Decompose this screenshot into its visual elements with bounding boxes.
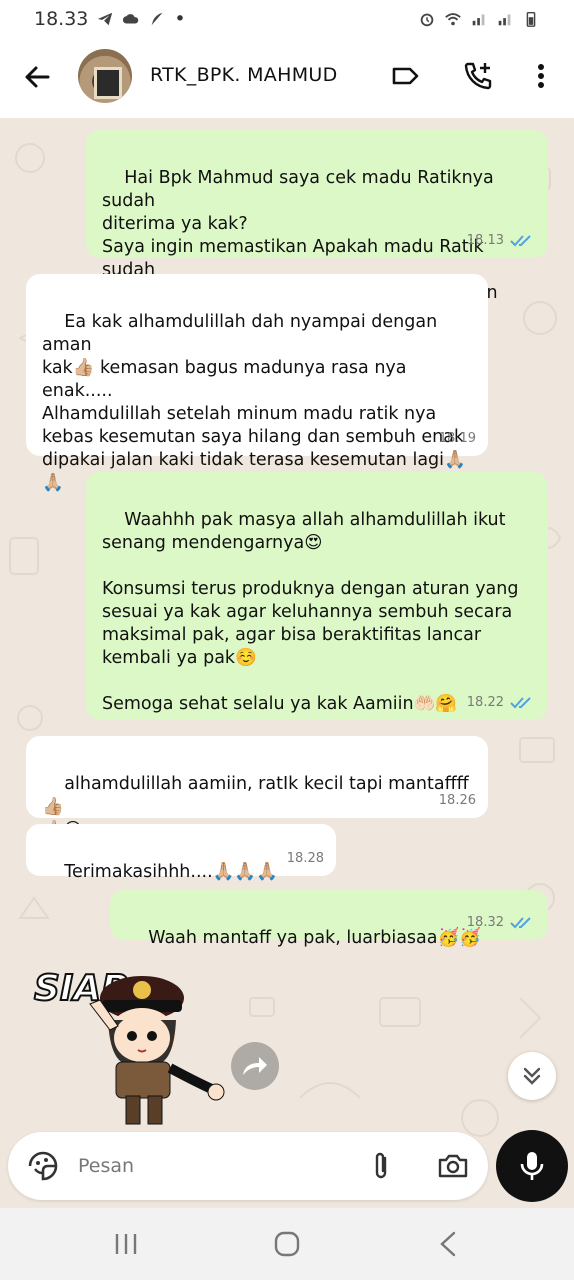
read-ticks-icon [510,696,531,708]
message-meta: 18.22 [467,691,536,714]
add-call-icon[interactable] [462,60,494,92]
telegram-icon [98,12,113,26]
system-navigation-bar [0,1208,574,1280]
clock: 18.33 [34,8,89,30]
message-input[interactable] [78,1150,348,1182]
back-arrow-icon[interactable] [20,60,54,94]
message-meta: 18.32 [467,911,536,934]
signal-1-icon [472,14,485,26]
contact-avatar[interactable] [78,49,132,103]
recent-apps-icon[interactable] [106,1228,146,1260]
signal-2-icon [498,14,511,26]
message-text: Waah mantaff ya pak, luarbiasaa🥳🥳 [148,928,482,948]
message-bubble-incoming[interactable]: Terimakasihhh....🙏🏼🙏🏼🙏🏼 18.28 [26,824,336,882]
read-ticks-icon [510,916,531,928]
message-time: 18.26 [438,793,476,808]
message-time: 18.32 [466,915,504,930]
message-bubble-incoming[interactable]: alhamdulillah aamiin, ratIk kecil tapi m… [26,736,488,840]
camera-icon[interactable] [436,1149,470,1183]
message-time: 18.19 [438,431,476,446]
chat-area[interactable]: Hai Bpk Mahmud saya cek madu Ratiknya su… [0,118,574,1208]
contact-name[interactable]: RTK_BPK. MAHMUD [150,64,338,86]
message-bubble-outgoing[interactable]: Waahhh pak masya allah alhamdulillah iku… [86,472,548,720]
message-meta: 18.13 [467,229,536,252]
emoji-sticker-icon[interactable] [26,1149,60,1183]
notification-dot: • [174,8,186,30]
label-icon[interactable] [390,60,422,92]
more-options-icon[interactable] [525,60,557,92]
police-sticker[interactable]: SIAP [30,960,230,1130]
message-meta: 18.28 [287,847,324,870]
microphone-icon [520,1152,544,1180]
message-time: 18.22 [466,695,504,710]
message-time: 18.28 [286,851,324,866]
wifi-icon [445,13,461,26]
feather-icon [152,12,163,26]
alarm-icon [420,13,434,27]
scroll-to-bottom-button[interactable] [508,1052,556,1100]
voice-record-button[interactable] [496,1130,568,1202]
status-bar: 18.33 • [0,0,574,38]
message-text: Terimakasihhh....🙏🏼🙏🏼🙏🏼 [64,862,278,882]
message-bubble-outgoing[interactable]: Waah mantaff ya pak, luarbiasaa🥳🥳 18.32 [110,890,548,948]
battery-icon [526,11,536,27]
read-ticks-icon [510,234,531,246]
message-composer [8,1132,488,1200]
forward-icon [243,1057,267,1075]
cloud-icon [123,14,139,24]
home-icon[interactable] [267,1228,307,1260]
attach-icon[interactable] [364,1149,398,1183]
message-text: Waahhh pak masya allah alhamdulillah iku… [102,510,519,714]
message-text: Ea kak alhamdulillah dah nyampai dengan … [42,312,466,493]
message-bubble-incoming[interactable]: Ea kak alhamdulillah dah nyampai dengan … [26,274,488,493]
message-bubble-outgoing[interactable]: Hai Bpk Mahmud saya cek madu Ratiknya su… [86,130,548,326]
double-chevron-down-icon [523,1067,541,1085]
back-nav-icon[interactable] [428,1228,468,1260]
message-meta: 18.26 [439,789,476,812]
message-meta: 18.19 [439,427,476,450]
message-time: 18.13 [466,233,504,248]
chat-header: RTK_BPK. MAHMUD [0,38,574,118]
forward-button[interactable] [231,1042,279,1090]
